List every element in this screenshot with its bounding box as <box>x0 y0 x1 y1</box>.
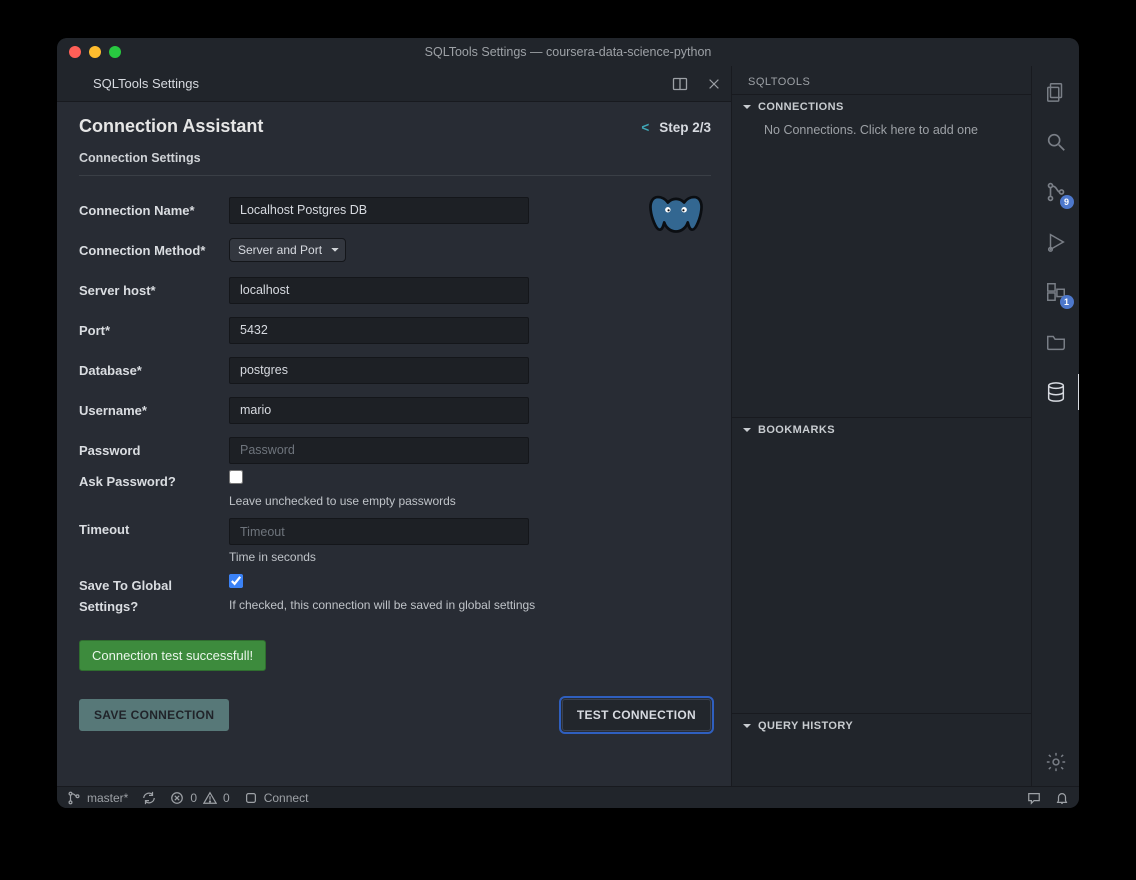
editor-area: SQLTools Settings Connection Assistant <… <box>57 66 731 786</box>
database-icon[interactable] <box>1042 378 1070 406</box>
label-password: Password <box>79 443 229 458</box>
label-database: Database* <box>79 363 229 378</box>
port-input[interactable] <box>229 317 529 344</box>
connection-test-banner: Connection test successfull! <box>79 640 266 671</box>
step-label: Step 2/3 <box>659 120 711 135</box>
label-port: Port* <box>79 323 229 338</box>
bell-icon[interactable] <box>1055 791 1069 805</box>
label-ask-password: Ask Password? <box>79 470 229 493</box>
timeout-input[interactable] <box>229 518 529 545</box>
section-bookmarks-header[interactable]: BOOKMARKS <box>732 417 1031 442</box>
postgres-icon <box>647 188 705 246</box>
git-branch-icon <box>67 791 81 805</box>
split-editor-icon[interactable] <box>669 73 691 95</box>
run-debug-icon[interactable] <box>1042 228 1070 256</box>
ask-password-hint: Leave unchecked to use empty passwords <box>229 494 456 508</box>
label-save-global: Save To Global Settings? <box>79 574 229 618</box>
password-input[interactable] <box>229 437 529 464</box>
save-global-hint: If checked, this connection will be save… <box>229 598 535 612</box>
folder-icon[interactable] <box>1042 328 1070 356</box>
feedback-icon[interactable] <box>1027 791 1041 805</box>
sync-icon <box>142 791 156 805</box>
section-subheading: Connection Settings <box>79 143 711 176</box>
connections-empty-message[interactable]: No Connections. Click here to add one <box>732 119 1031 147</box>
window-title: SQLTools Settings — coursera-data-scienc… <box>57 45 1079 59</box>
error-icon <box>170 791 184 805</box>
explorer-icon[interactable] <box>1042 78 1070 106</box>
chevron-down-icon <box>742 425 752 435</box>
page-title: Connection Assistant <box>79 116 263 137</box>
label-connection-name: Connection Name* <box>79 203 229 218</box>
label-username: Username* <box>79 403 229 418</box>
zoom-window-button[interactable] <box>109 46 121 58</box>
source-control-badge: 9 <box>1060 195 1074 209</box>
gear-icon[interactable] <box>1042 748 1070 776</box>
wizard-step: < Step 2/3 <box>641 120 711 135</box>
ask-password-checkbox[interactable] <box>229 470 243 484</box>
status-problems[interactable]: 0 0 <box>170 791 229 805</box>
extensions-icon[interactable]: 1 <box>1042 278 1070 306</box>
tab-sqltools-settings[interactable]: SQLTools Settings <box>93 76 199 91</box>
vscode-window: SQLTools Settings — coursera-data-scienc… <box>57 38 1079 808</box>
status-sync[interactable] <box>142 791 156 805</box>
sqltools-panel-title: SQLTOOLS <box>732 66 1031 94</box>
section-query-history-header[interactable]: QUERY HISTORY <box>732 713 1031 738</box>
connection-name-input[interactable] <box>229 197 529 224</box>
server-host-input[interactable] <box>229 277 529 304</box>
sqltools-panel: SQLTOOLS CONNECTIONS No Connections. Cli… <box>731 66 1031 786</box>
test-connection-button[interactable]: TEST CONNECTION <box>562 699 711 731</box>
status-bar: master* 0 0 Connect <box>57 786 1079 808</box>
window-controls <box>69 46 121 58</box>
chevron-down-icon <box>742 721 752 731</box>
username-input[interactable] <box>229 397 529 424</box>
save-connection-button[interactable]: SAVE CONNECTION <box>79 699 229 731</box>
save-global-checkbox[interactable] <box>229 574 243 588</box>
activity-bar: 9 1 <box>1031 66 1079 786</box>
warning-icon <box>203 791 217 805</box>
step-back-icon[interactable]: < <box>641 120 649 135</box>
connection-method-select[interactable]: Server and Port <box>229 238 346 262</box>
chevron-down-icon <box>742 102 752 112</box>
editor-tabbar: SQLTools Settings <box>57 66 731 102</box>
label-timeout: Timeout <box>79 518 229 541</box>
label-connection-method: Connection Method* <box>79 243 229 258</box>
extensions-badge: 1 <box>1060 295 1074 309</box>
status-connect[interactable]: Connect <box>244 791 309 805</box>
timeout-hint: Time in seconds <box>229 550 529 564</box>
status-branch[interactable]: master* <box>67 791 128 805</box>
settings-content: Connection Assistant < Step 2/3 Connectio… <box>57 102 731 786</box>
section-connections-header[interactable]: CONNECTIONS <box>732 94 1031 119</box>
titlebar: SQLTools Settings — coursera-data-scienc… <box>57 38 1079 66</box>
close-tab-icon[interactable] <box>703 73 725 95</box>
source-control-icon[interactable]: 9 <box>1042 178 1070 206</box>
connection-form: Connection Name* Connection Method* Serv… <box>79 190 711 731</box>
close-window-button[interactable] <box>69 46 81 58</box>
plug-icon <box>244 791 258 805</box>
search-icon[interactable] <box>1042 128 1070 156</box>
label-server-host: Server host* <box>79 283 229 298</box>
database-input[interactable] <box>229 357 529 384</box>
minimize-window-button[interactable] <box>89 46 101 58</box>
